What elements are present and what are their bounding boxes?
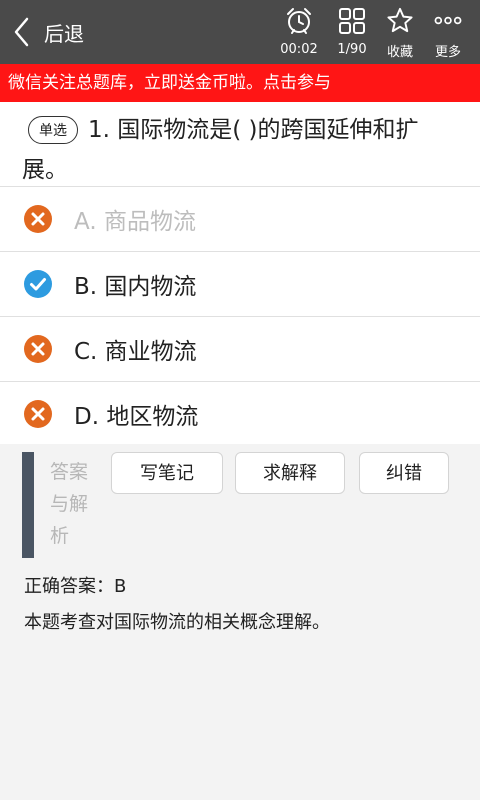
correct-answer: 正确答案：B	[24, 576, 127, 597]
option-c[interactable]: C. 商业物流	[0, 316, 480, 381]
back-button[interactable]: 后退	[14, 14, 104, 50]
timer-button[interactable]: 00:02	[271, 4, 327, 60]
more-label: 更多	[434, 45, 461, 60]
wrong-icon	[24, 205, 52, 233]
timer-value: 00:02	[280, 42, 318, 57]
option-label: D. 地区物流	[74, 404, 199, 430]
option-label: A. 商品物流	[74, 209, 196, 235]
grid-icon	[339, 8, 365, 34]
chevron-left-icon	[14, 17, 29, 47]
option-label: B. 国内物流	[74, 274, 197, 300]
report-error-button[interactable]: 纠错	[359, 452, 449, 494]
back-label: 后退	[44, 21, 84, 46]
star-icon	[387, 7, 413, 33]
favorite-label: 收藏	[386, 45, 413, 60]
option-label: C. 商业物流	[74, 339, 197, 365]
analysis-section: 答案与解析 写笔记 求解释 纠错 正确答案：B 本题考查对国际物流的相关概念理解…	[0, 444, 480, 800]
wrong-icon	[24, 400, 52, 428]
question-block: 1. 国际物流是( )的跨国延伸和扩展。 单选	[0, 102, 480, 186]
more-button[interactable]: 更多	[420, 4, 476, 60]
more-dots-icon	[434, 16, 462, 25]
question-type-badge: 单选	[28, 116, 78, 144]
alarm-clock-icon	[287, 8, 311, 34]
option-b[interactable]: B. 国内物流	[0, 251, 480, 316]
question-text: 1. 国际物流是( )的跨国延伸和扩展。	[22, 117, 419, 183]
write-note-button[interactable]: 写笔记	[111, 452, 223, 494]
explanation-text: 本题考查对国际物流的相关概念理解。	[24, 612, 330, 633]
top-bar: 后退 00:02 1/90 收藏 更多	[0, 0, 480, 64]
analysis-title: 答案与解析	[50, 461, 89, 547]
wrong-icon	[24, 335, 52, 363]
correct-icon	[24, 270, 52, 298]
option-d[interactable]: D. 地区物流	[0, 381, 480, 446]
analysis-accent-bar	[22, 452, 34, 558]
option-a[interactable]: A. 商品物流	[0, 186, 480, 251]
ask-explain-button[interactable]: 求解释	[235, 452, 345, 494]
promo-banner[interactable]: 微信关注总题库，立即送金币啦。点击参与	[0, 64, 480, 102]
options-list: A. 商品物流 B. 国内物流 C. 商业物流 D. 地区物流	[0, 186, 480, 446]
progress-counter: 1/90	[337, 42, 367, 57]
